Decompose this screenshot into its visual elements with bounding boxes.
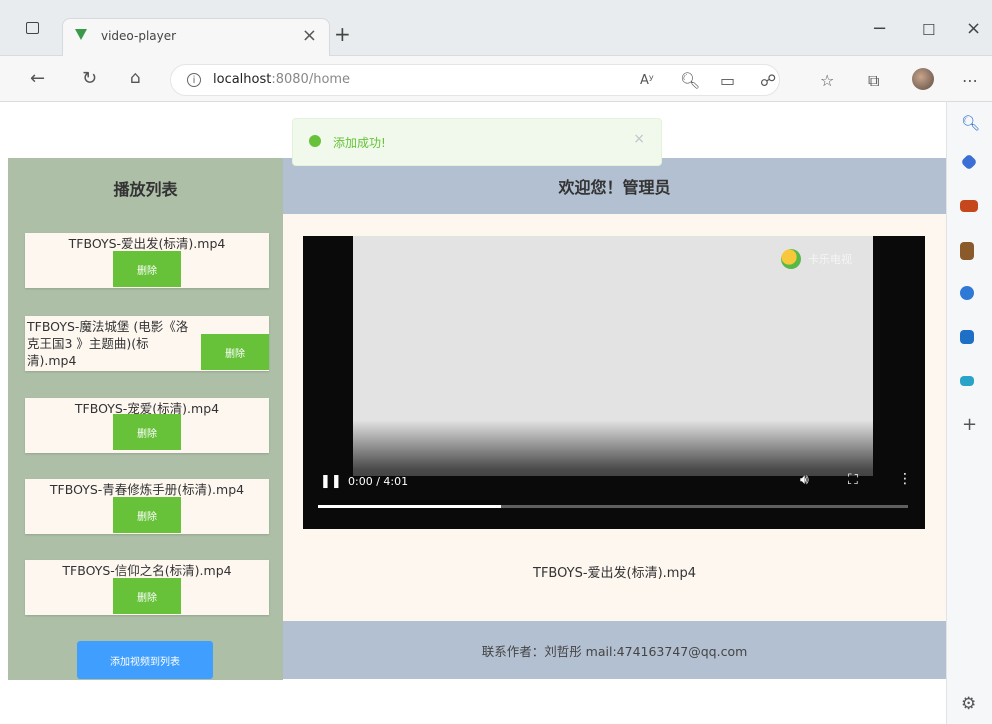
back-icon[interactable]: ← xyxy=(30,68,45,89)
sidebar-search-icon[interactable]: 🔍︎ xyxy=(961,114,980,132)
refresh-icon[interactable]: ↻ xyxy=(82,68,97,89)
collections-icon[interactable]: ⧉ xyxy=(868,71,879,91)
home-icon[interactable]: ⌂ xyxy=(130,68,141,88)
add-to-playlist-button[interactable]: 添加视频到列表 xyxy=(77,641,213,679)
volume-icon[interactable]: 🔊︎ xyxy=(800,472,809,488)
sidebar-tools-icon[interactable] xyxy=(960,200,978,212)
more-options-icon[interactable]: ⋮ xyxy=(898,471,912,487)
restore-icon[interactable]: ☐ xyxy=(922,21,935,39)
video-time: 0:00 / 4:01 xyxy=(348,475,409,488)
fullscreen-icon[interactable]: ⛶ xyxy=(848,472,858,488)
video-progress-bar[interactable] xyxy=(318,505,908,508)
browser-tab[interactable]: video-player × xyxy=(62,18,330,56)
success-toast: 添加成功! × xyxy=(292,118,662,166)
site-info-icon[interactable]: i xyxy=(187,73,201,87)
sidebar-outlook-icon[interactable] xyxy=(960,330,974,344)
minimize-icon[interactable]: − xyxy=(872,18,887,39)
playlist-item[interactable]: TFBOYS-宠爱(标清).mp4 删除 xyxy=(25,398,269,453)
window-close-icon[interactable]: × xyxy=(966,18,981,39)
channel-logo-text: 卡乐电视 xyxy=(808,253,852,266)
playlist-item-name: TFBOYS-爱出发(标清).mp4 xyxy=(68,236,226,251)
channel-logo-icon xyxy=(781,249,801,269)
footer-contact: 联系作者：刘哲彤 mail:474163747@qq.com xyxy=(481,644,748,659)
playlist-item-name: TFBOYS-青春修炼手册(标清).mp4 xyxy=(49,482,245,497)
url-path: :8080/home xyxy=(271,72,351,87)
url-host: localhost xyxy=(213,72,272,87)
now-playing-title: TFBOYS-爱出发(标清).mp4 xyxy=(533,566,696,581)
delete-button[interactable]: 删除 xyxy=(113,578,181,614)
playlist-item[interactable]: TFBOYS-青春修炼手册(标清).mp4 删除 xyxy=(25,479,269,534)
delete-button[interactable]: 删除 xyxy=(201,334,269,370)
playlist-item[interactable]: TFBOYS-魔法城堡 (电影《洛克王国3 》主题曲)(标清).mp4 删除 xyxy=(25,316,269,371)
new-tab-button[interactable]: + xyxy=(334,22,351,46)
tab-favicon-icon xyxy=(75,29,87,40)
delete-button[interactable]: 删除 xyxy=(113,497,181,533)
settings-more-icon[interactable]: ⋯ xyxy=(962,71,978,90)
favorites-icon[interactable]: ☆ xyxy=(820,71,834,90)
read-aloud-icon[interactable]: Aʸ xyxy=(640,73,654,88)
zoom-icon[interactable]: 🔍︎ xyxy=(680,71,700,90)
delete-button[interactable]: 删除 xyxy=(113,251,181,287)
sidebar-games-icon[interactable] xyxy=(960,242,974,260)
toast-close-icon[interactable]: × xyxy=(633,131,645,147)
playlist-title: 播放列表 xyxy=(113,180,178,199)
success-icon xyxy=(309,135,321,147)
profile-avatar[interactable] xyxy=(912,68,934,90)
sidebar-settings-icon[interactable]: ⚙ xyxy=(961,694,976,714)
tab-title: video-player xyxy=(101,29,177,43)
sidebar-send-icon[interactable] xyxy=(960,376,974,386)
sidebar-add-icon[interactable]: + xyxy=(962,414,977,435)
playlist-item[interactable]: TFBOYS-信仰之名(标清).mp4 删除 xyxy=(25,560,269,615)
reading-view-icon[interactable]: ▭ xyxy=(720,71,735,90)
extensions-icon[interactable]: ☍ xyxy=(760,71,776,90)
tab-close-icon[interactable]: × xyxy=(302,25,317,46)
welcome-title: 欢迎您！管理员 xyxy=(558,178,671,197)
tab-actions-icon[interactable] xyxy=(26,22,39,34)
pause-icon[interactable]: ❚❚ xyxy=(320,474,342,489)
delete-button[interactable]: 删除 xyxy=(113,414,181,450)
playlist-item-name: TFBOYS-信仰之名(标清).mp4 xyxy=(62,563,232,578)
toast-message: 添加成功! xyxy=(333,136,386,150)
video-progress-fill xyxy=(318,505,501,508)
playlist-item[interactable]: TFBOYS-爱出发(标清).mp4 删除 xyxy=(25,233,269,288)
browser-sidebar xyxy=(946,102,992,724)
sidebar-office-icon[interactable] xyxy=(960,286,974,300)
